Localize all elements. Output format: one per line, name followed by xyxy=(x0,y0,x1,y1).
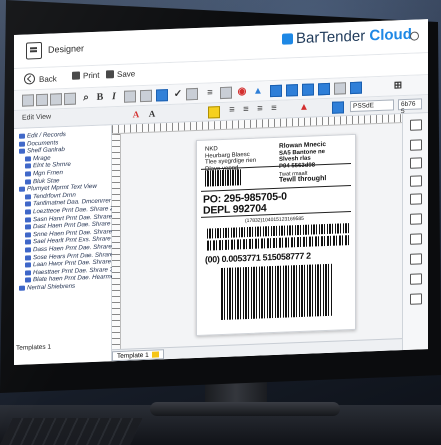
text-color-icon[interactable]: A xyxy=(130,108,142,120)
image-tool-icon[interactable] xyxy=(410,157,422,169)
layer-tool-icon[interactable] xyxy=(410,273,422,285)
table-icon[interactable] xyxy=(318,82,330,96)
justify-icon[interactable]: ≡ xyxy=(268,103,280,115)
tab-label: Template 1 xyxy=(117,351,149,361)
mini-line: Tewll throughl xyxy=(279,175,327,184)
shape-tool-icon[interactable] xyxy=(410,193,422,205)
app-window: Designer BarTender Cloud Back Print Save… xyxy=(14,19,428,365)
templates-label: Templates 1 xyxy=(16,343,52,352)
highlight-color-icon[interactable] xyxy=(208,106,220,119)
brand-cloud: Cloud xyxy=(369,25,412,45)
document-icon xyxy=(26,41,42,60)
field-tool-icon[interactable] xyxy=(410,233,422,245)
highlight-icon[interactable] xyxy=(156,89,168,102)
line-tool-icon[interactable] xyxy=(410,175,422,187)
check-icon[interactable]: ✓ xyxy=(172,88,184,100)
back-arrow-icon xyxy=(24,73,35,85)
font-name-select[interactable]: PSSdE xyxy=(350,99,394,113)
account-icon[interactable] xyxy=(410,31,419,41)
document-tree: Edit / Records Documents Shelf Ganlrab Mrag… xyxy=(17,129,119,292)
font-size-field[interactable]: 6b76 5 xyxy=(398,98,422,115)
barcode-caption: (17832)104015123169585 xyxy=(245,215,304,225)
monitor: Designer BarTender Cloud Back Print Save… xyxy=(0,0,441,445)
table-tool-icon[interactable] xyxy=(410,213,422,225)
text-tool-icon[interactable] xyxy=(410,119,422,131)
save-button[interactable]: Save xyxy=(106,69,135,79)
bold-button[interactable]: B xyxy=(94,91,106,103)
fill-icon[interactable] xyxy=(186,87,198,101)
back-label: Back xyxy=(39,74,57,85)
sscc-barcode[interactable] xyxy=(221,263,333,321)
tab-template-1[interactable]: Template 1 xyxy=(112,349,164,362)
brand-name: BarTender xyxy=(296,27,366,48)
printer-icon xyxy=(72,71,80,80)
record-icon[interactable]: ◉ xyxy=(236,86,248,98)
grid-icon[interactable] xyxy=(334,82,346,95)
data-tool-icon[interactable] xyxy=(410,253,422,265)
print-label: Print xyxy=(83,70,100,81)
image-icon[interactable] xyxy=(302,83,314,96)
vertical-ruler xyxy=(112,133,121,362)
underline-icon[interactable] xyxy=(124,90,136,103)
align-center-icon[interactable]: ≡ xyxy=(240,104,252,116)
design-canvas[interactable]: NKD Heurbarg Blaesc Tlee syegrdige rien … xyxy=(112,114,402,362)
more-options-icon[interactable]: ⊞ xyxy=(392,80,404,92)
save-label: Save xyxy=(117,69,136,80)
bartender-icon xyxy=(282,33,293,45)
search-icon[interactable]: ⌕ xyxy=(80,92,92,104)
back-button[interactable]: Back xyxy=(24,72,57,85)
copy-icon[interactable] xyxy=(50,93,62,106)
warning-icon xyxy=(151,351,159,358)
mini-text[interactable]: Twat rmaalt Tewll throughl xyxy=(279,170,326,184)
align-icon[interactable]: ≡ xyxy=(204,87,216,99)
new-icon[interactable] xyxy=(22,94,34,107)
line-color-icon[interactable]: ▲ xyxy=(298,102,310,114)
chart-icon[interactable]: ▲ xyxy=(252,85,264,97)
object-toolbox xyxy=(402,113,428,351)
layout-icon[interactable] xyxy=(350,81,362,95)
shape-icon[interactable] xyxy=(286,84,298,97)
align-right-icon[interactable]: ≡ xyxy=(254,103,266,115)
border-icon[interactable] xyxy=(220,86,232,100)
sscc-text[interactable]: (00) 0.0053771 515058777 2 xyxy=(205,251,311,265)
text-size-icon[interactable]: A xyxy=(146,107,158,119)
barcode-tool-icon[interactable] xyxy=(410,139,422,151)
view-selector[interactable]: Edit View xyxy=(22,114,51,122)
document-tree-panel: Edit / Records Documents Shelf Ganlrab Mrag… xyxy=(14,125,119,365)
po-number[interactable]: PO: 295-985705-0 DEPL 992704 xyxy=(203,191,287,217)
open-icon[interactable] xyxy=(36,93,48,107)
italic-button[interactable]: I xyxy=(108,91,120,103)
save-icon xyxy=(106,70,114,79)
window-title: Designer xyxy=(48,43,85,55)
barcode-icon[interactable] xyxy=(270,84,282,98)
brand-logo: BarTender Cloud xyxy=(282,26,412,48)
small-barcode[interactable] xyxy=(205,169,241,187)
shipping-label[interactable]: NKD Heurbarg Blaesc Tlee syegrdige rien … xyxy=(196,133,356,337)
paste-icon[interactable] xyxy=(64,92,76,106)
templates-node[interactable]: Templates 1 xyxy=(16,344,51,352)
align-left-icon[interactable]: ≡ xyxy=(226,104,238,116)
font-color-icon[interactable] xyxy=(140,89,152,103)
fill-color-icon[interactable] xyxy=(332,101,344,114)
print-preview-icon[interactable] xyxy=(410,293,422,305)
print-button[interactable]: Print xyxy=(72,71,99,81)
